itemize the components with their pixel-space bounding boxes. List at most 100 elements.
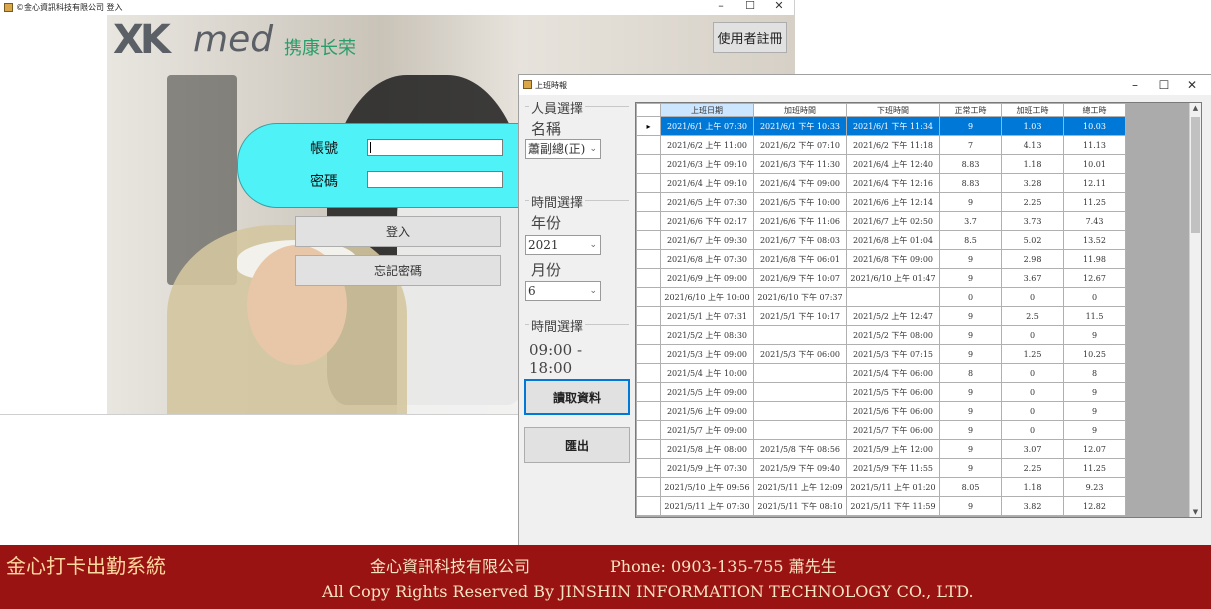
table-cell[interactable]: 0 [1001,382,1064,402]
table-cell[interactable]: 2021/6/7 上午 09:30 [660,230,754,250]
table-cell[interactable]: 2021/6/4 下午 12:16 [846,173,940,193]
table-cell[interactable]: 9 [939,249,1002,269]
table-cell[interactable]: 8.05 [939,477,1002,497]
scroll-up-icon[interactable]: ▲ [1190,104,1201,112]
table-cell[interactable]: 2021/5/1 上午 07:31 [660,306,754,326]
table-cell[interactable]: 7 [939,135,1002,155]
minimize-button[interactable]: – [707,0,735,15]
table-cell[interactable]: 9 [1063,420,1126,440]
table-cell[interactable]: 12.07 [1063,439,1126,459]
column-header[interactable]: 加班時間 [753,103,847,117]
table-cell[interactable] [753,420,847,440]
row-header[interactable] [636,154,661,174]
table-cell[interactable]: 2021/6/1 下午 11:34 [846,116,940,136]
table-cell[interactable]: 2021/6/10 上午 01:47 [846,268,940,288]
table-cell[interactable]: 2021/6/2 上午 11:00 [660,135,754,155]
table-row[interactable]: 2021/6/7 上午 09:30 2021/6/7 下午 08:03 2021/6… [636,230,1126,250]
column-header[interactable]: 正常工時 [939,103,1002,117]
table-cell[interactable]: 0 [1063,287,1126,307]
account-input[interactable] [367,139,503,156]
table-cell[interactable]: 2021/5/4 下午 06:00 [846,363,940,383]
table-cell[interactable]: 11.13 [1063,135,1126,155]
table-row[interactable]: 2021/5/1 上午 07:31 2021/5/1 下午 10:17 2021/5… [636,306,1126,326]
table-cell[interactable]: 2021/6/8 下午 09:00 [846,249,940,269]
table-cell[interactable]: 9 [939,458,1002,478]
table-cell[interactable]: 9 [939,116,1002,136]
table-cell[interactable]: 2021/6/10 上午 10:00 [660,287,754,307]
current-row-indicator[interactable]: ▸ [636,116,661,136]
table-cell[interactable]: 10.25 [1063,344,1126,364]
table-cell[interactable] [753,382,847,402]
table-cell[interactable]: 2021/5/11 下午 11:59 [846,496,940,516]
table-cell[interactable]: 2021/5/2 下午 08:00 [846,325,940,345]
table-cell[interactable] [753,325,847,345]
table-cell[interactable]: 2021/6/2 下午 07:10 [753,135,847,155]
column-header[interactable]: 下班時間 [846,103,940,117]
table-cell[interactable]: 0 [1001,287,1064,307]
row-header[interactable] [636,344,661,364]
table-cell[interactable]: 2.25 [1001,192,1064,212]
table-cell[interactable]: 12.67 [1063,268,1126,288]
table-cell[interactable]: 9 [939,306,1002,326]
table-cell[interactable]: 9 [939,439,1002,459]
table-cell[interactable]: 8.83 [939,173,1002,193]
table-cell[interactable]: 2021/6/8 上午 07:30 [660,249,754,269]
table-cell[interactable]: 2021/5/4 上午 10:00 [660,363,754,383]
table-cell[interactable]: 2021/5/8 上午 08:00 [660,439,754,459]
table-cell[interactable]: 10.01 [1063,154,1126,174]
table-row[interactable]: 2021/6/6 下午 02:17 2021/6/6 下午 11:06 2021/6… [636,211,1126,231]
table-cell[interactable]: 2021/5/8 下午 08:56 [753,439,847,459]
table-cell[interactable]: 9 [939,192,1002,212]
month-select[interactable]: 6 ⌄ [525,281,601,301]
table-cell[interactable]: 3.73 [1001,211,1064,231]
attendance-grid[interactable]: 上班日期 加班時間 下班時間 正常工時 加班工時 總工時 ▸ 2021/6/1 上… [635,102,1202,518]
table-cell[interactable]: 2021/5/11 下午 08:10 [753,496,847,516]
table-cell[interactable]: 1.18 [1001,154,1064,174]
table-cell[interactable]: 2021/5/11 上午 07:30 [660,496,754,516]
table-cell[interactable]: 2021/6/3 下午 11:30 [753,154,847,174]
table-cell[interactable]: 4.13 [1001,135,1064,155]
row-header[interactable] [636,325,661,345]
table-cell[interactable]: 2021/5/3 上午 09:00 [660,344,754,364]
scroll-thumb[interactable] [1191,117,1200,233]
table-row[interactable]: 2021/5/5 上午 09:00 2021/5/5 下午 06:00 9 0 9 [636,382,1126,402]
table-cell[interactable]: 11.25 [1063,192,1126,212]
table-cell[interactable]: 2021/5/3 下午 06:00 [753,344,847,364]
close-button[interactable]: ✕ [1177,78,1207,92]
table-cell[interactable]: 5.02 [1001,230,1064,250]
table-row[interactable]: 2021/5/3 上午 09:00 2021/5/3 下午 06:00 2021/5… [636,344,1126,364]
table-cell[interactable]: 2021/6/9 上午 09:00 [660,268,754,288]
row-header[interactable] [636,230,661,250]
table-cell[interactable]: 2021/6/7 下午 08:03 [753,230,847,250]
table-cell[interactable]: 2021/5/6 上午 09:00 [660,401,754,421]
table-cell[interactable]: 2021/5/9 上午 12:00 [846,439,940,459]
table-cell[interactable]: 0 [939,287,1002,307]
table-cell[interactable]: 7.43 [1063,211,1126,231]
table-cell[interactable]: 12.82 [1063,496,1126,516]
table-row[interactable]: 2021/5/4 上午 10:00 2021/5/4 下午 06:00 8 0 8 [636,363,1126,383]
scroll-down-icon[interactable]: ▼ [1190,508,1201,516]
table-cell[interactable]: 2021/6/8 下午 06:01 [753,249,847,269]
row-header[interactable] [636,363,661,383]
table-cell[interactable]: 0 [1001,401,1064,421]
login-button[interactable]: 登入 [295,216,501,247]
table-cell[interactable]: 2021/6/5 下午 10:00 [753,192,847,212]
table-cell[interactable]: 8.5 [939,230,1002,250]
table-cell[interactable]: 2021/5/6 下午 06:00 [846,401,940,421]
table-cell[interactable]: 2021/6/2 下午 11:18 [846,135,940,155]
table-row[interactable]: 2021/6/5 上午 07:30 2021/6/5 下午 10:00 2021/6… [636,192,1126,212]
table-cell[interactable]: 9 [939,268,1002,288]
column-header[interactable]: 總工時 [1063,103,1126,117]
table-cell[interactable]: 2021/6/1 下午 10:33 [753,116,847,136]
table-cell[interactable]: 2021/5/7 上午 09:00 [660,420,754,440]
table-row[interactable]: 2021/6/10 上午 10:00 2021/6/10 下午 07:37 0 0 0 [636,287,1126,307]
table-row[interactable]: 2021/5/11 上午 07:30 2021/5/11 下午 08:10 2021… [636,496,1126,516]
row-header[interactable] [636,268,661,288]
table-cell[interactable]: 2021/5/3 下午 07:15 [846,344,940,364]
row-header[interactable] [636,382,661,402]
table-cell[interactable]: 3.7 [939,211,1002,231]
table-cell[interactable]: 2021/5/1 下午 10:17 [753,306,847,326]
export-button[interactable]: 匯出 [524,427,630,463]
row-header[interactable] [636,477,661,497]
table-cell[interactable]: 11.98 [1063,249,1126,269]
